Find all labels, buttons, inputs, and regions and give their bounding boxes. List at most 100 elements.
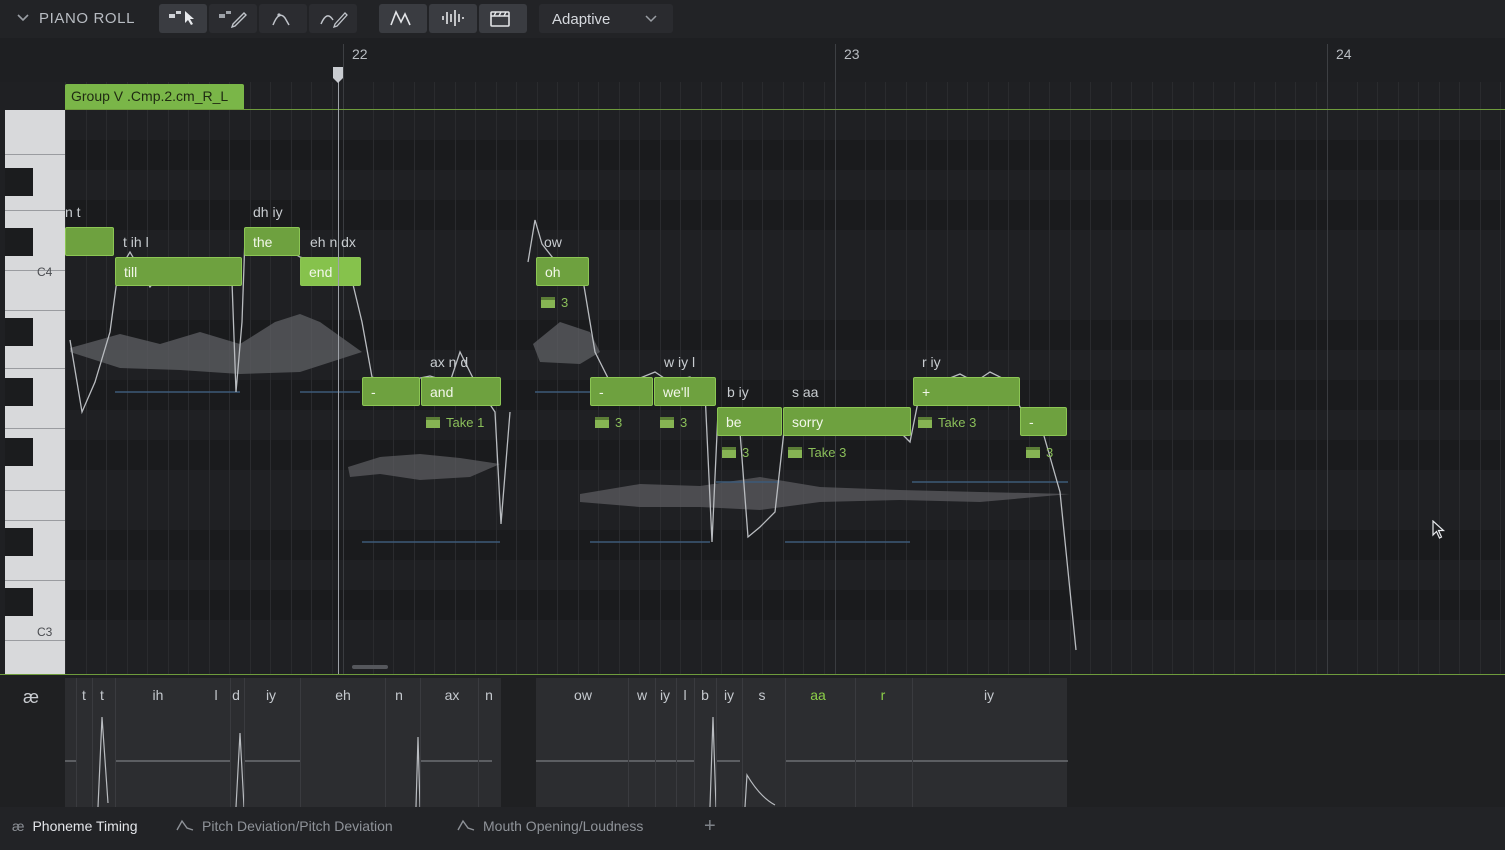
snap-mode-select[interactable]: Adaptive [539, 4, 673, 33]
note-phonemes: r iy [922, 354, 941, 370]
phoneme-cell[interactable]: d [232, 687, 240, 703]
tab-pitch-deviation[interactable]: Pitch Deviation/Pitch Deviation [176, 818, 393, 834]
phoneme-boundary-handle[interactable] [855, 678, 856, 807]
tab-mouth-opening[interactable]: Mouth Opening/Loudness [457, 818, 643, 834]
phoneme-boundary-handle[interactable] [92, 678, 93, 807]
phoneme-cell[interactable]: iy [266, 687, 276, 703]
take-label: 3 [680, 415, 688, 430]
phoneme-boundary-handle[interactable] [115, 678, 116, 807]
draw-curve-tool-button[interactable] [309, 4, 357, 33]
panel-title: PIANO ROLL [39, 10, 136, 27]
clapper-icon [918, 417, 932, 428]
add-tab-button[interactable]: + [704, 815, 716, 838]
phoneme-boundary-handle[interactable] [676, 678, 677, 807]
clapper-icon [490, 11, 510, 27]
phoneme-cell[interactable]: aa [810, 687, 826, 703]
phoneme-boundary-handle[interactable] [478, 678, 479, 807]
phoneme-timing-curves [65, 716, 1068, 807]
phoneme-cell[interactable]: ow [574, 687, 592, 703]
note-phonemes: eh n dx [310, 234, 356, 250]
note-phonemes: b iy [727, 384, 749, 400]
take-badge[interactable]: 3 [722, 445, 749, 460]
phoneme-boundary-handle[interactable] [694, 678, 695, 807]
note-block[interactable]: sorry [783, 407, 911, 436]
take-badge[interactable]: 3 [1026, 445, 1053, 460]
take-label: 3 [561, 295, 569, 310]
take-badge[interactable]: Take 1 [426, 415, 484, 430]
take-label: Take 1 [446, 415, 485, 430]
take-badge[interactable]: 3 [660, 415, 687, 430]
note-block[interactable]: - [590, 377, 653, 406]
phoneme-boundary-handle[interactable] [230, 678, 231, 807]
take-badge[interactable]: Take 3 [788, 445, 846, 460]
chevron-down-icon[interactable] [16, 11, 30, 25]
note-block[interactable]: and [421, 377, 501, 406]
phoneme-cell[interactable]: iy [660, 687, 670, 703]
phoneme-boundary-handle[interactable] [244, 678, 245, 807]
phoneme-boundary-handle[interactable] [742, 678, 743, 807]
phoneme-boundary-handle[interactable] [912, 678, 913, 807]
pitch-view-button[interactable] [379, 4, 427, 33]
mouse-cursor-icon [1432, 520, 1446, 539]
phoneme-cell[interactable]: r [881, 687, 886, 703]
note-block[interactable]: - [362, 377, 420, 406]
phoneme-cell[interactable]: ax [445, 687, 460, 703]
phoneme-boundary-handle[interactable] [628, 678, 629, 807]
playhead-handle-icon[interactable] [332, 66, 344, 84]
phoneme-boundary-handle[interactable] [76, 678, 77, 807]
note-block[interactable]: till [115, 257, 242, 286]
waveform-icon [442, 10, 464, 26]
note-block[interactable] [65, 227, 114, 256]
phoneme-cell[interactable]: iy [984, 687, 994, 703]
curve-tool-button[interactable] [259, 4, 307, 33]
phoneme-boundary-handle[interactable] [385, 678, 386, 807]
phoneme-cell[interactable]: ih [153, 687, 164, 703]
clapper-icon [660, 417, 674, 428]
take-badge[interactable]: Take 3 [918, 415, 976, 430]
piano-roll-grid[interactable]: C4 C3 Group V .Cmp.2.cm_R_L n t till t i… [0, 82, 1505, 675]
clapper-icon [788, 447, 802, 458]
curve-tool-icon [272, 13, 290, 26]
pencil-tool-button[interactable] [209, 4, 257, 33]
phoneme-cell[interactable]: s [759, 687, 766, 703]
select-tool-button[interactable] [159, 4, 207, 33]
phoneme-boundary-handle[interactable] [420, 678, 421, 807]
horizontal-scrollbar[interactable] [352, 665, 388, 669]
pencil-tool-icon [219, 11, 247, 28]
phoneme-cell[interactable]: n [485, 687, 493, 703]
note-block[interactable]: - [1020, 407, 1067, 436]
phoneme-boundary-handle[interactable] [716, 678, 717, 807]
note-block[interactable]: the [244, 227, 300, 256]
phoneme-cell[interactable]: iy [724, 687, 734, 703]
curve-icon [176, 819, 194, 831]
waveform-and-pitch-curves [69, 219, 1077, 651]
note-block[interactable]: oh [536, 257, 589, 286]
phoneme-timing-lane[interactable]: æ t t ih l d iy eh n ax n ow w iy l b iy s aa r iy [0, 675, 1505, 807]
timeline-ruler[interactable]: 22 23 24 [0, 38, 1505, 82]
note-phonemes: t ih l [123, 234, 149, 250]
phoneme-cell[interactable]: b [701, 687, 709, 703]
note-block[interactable]: + [913, 377, 1020, 406]
clapper-icon [595, 417, 609, 428]
select-tool-icon [169, 11, 194, 25]
note-block[interactable]: we'll [654, 377, 716, 406]
take-badge[interactable]: 3 [541, 295, 568, 310]
takes-view-button[interactable] [479, 4, 527, 33]
phoneme-cell[interactable]: eh [335, 687, 351, 703]
phoneme-cell[interactable]: w [637, 687, 647, 703]
note-block[interactable]: be [717, 407, 782, 436]
note-block-selected[interactable]: end [300, 257, 361, 286]
phoneme-cell[interactable]: t [82, 687, 86, 703]
phoneme-boundary-handle[interactable] [655, 678, 656, 807]
waveform-view-button[interactable] [429, 4, 477, 33]
phoneme-cell[interactable]: l [683, 687, 686, 703]
phoneme-boundary-handle[interactable] [785, 678, 786, 807]
tab-label: Mouth Opening/Loudness [483, 818, 644, 834]
phoneme-cell[interactable]: t [100, 687, 104, 703]
phoneme-cell[interactable]: n [395, 687, 403, 703]
phoneme-boundary-handle[interactable] [300, 678, 301, 807]
take-badge[interactable]: 3 [595, 415, 622, 430]
tab-phoneme-timing[interactable]: æ Phoneme Timing [12, 818, 138, 834]
bar-label-24: 24 [1336, 46, 1352, 62]
phoneme-cell[interactable]: l [214, 687, 217, 703]
